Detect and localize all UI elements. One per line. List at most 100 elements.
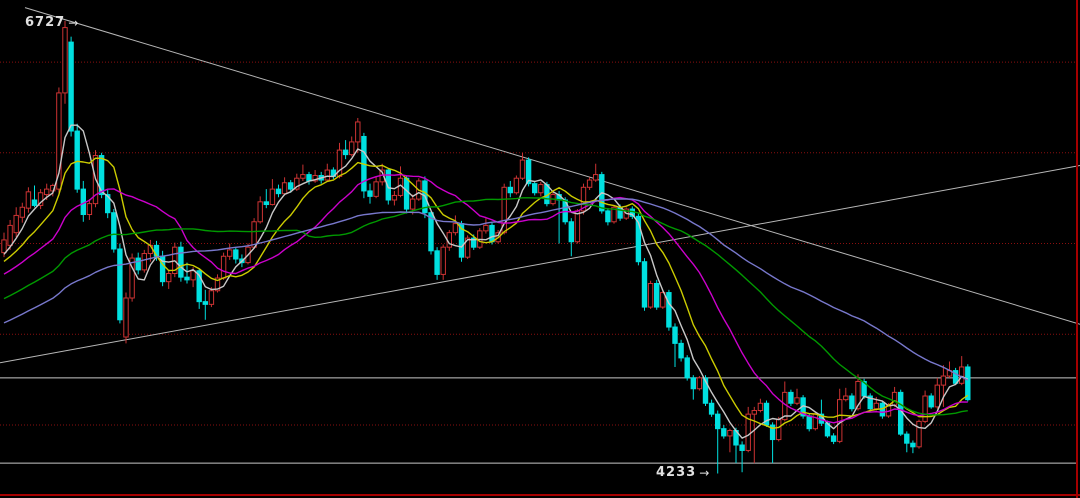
- chart-canvas[interactable]: [0, 0, 1080, 498]
- candle-body-up: [191, 271, 195, 280]
- candle-body-down: [789, 392, 793, 403]
- candle-6: [38, 189, 42, 209]
- candle-body-up: [960, 367, 964, 383]
- candle-76: [465, 235, 469, 259]
- candle-body-down: [685, 358, 689, 378]
- ma-line-20: [4, 175, 968, 423]
- candle-139: [850, 393, 854, 411]
- candle-body-down: [966, 367, 970, 400]
- candle-123: [752, 407, 756, 463]
- candlestick-chart[interactable]: 6727 → 4233 →: [0, 0, 1080, 498]
- candle-body-down: [655, 283, 659, 307]
- candle-153: [935, 378, 939, 409]
- candle-body-up: [20, 207, 24, 217]
- candle-118: [722, 425, 726, 439]
- low-arrow-icon: →: [699, 467, 710, 479]
- candle-79: [484, 218, 488, 233]
- candle-body-down: [880, 403, 884, 416]
- candle-body-down: [716, 414, 720, 429]
- candle-142: [868, 393, 872, 411]
- candle-64: [392, 191, 396, 206]
- candle-22: [136, 253, 140, 275]
- candle-body-up: [301, 175, 305, 179]
- candle-body-down: [911, 443, 915, 447]
- candle-71: [435, 247, 439, 280]
- candle-body-up: [844, 396, 848, 400]
- candle-37: [228, 244, 232, 260]
- candle-54: [331, 167, 335, 179]
- candle-60: [368, 184, 372, 204]
- candle-body-down: [234, 250, 238, 259]
- candle-113: [691, 375, 695, 400]
- candle-body-down: [435, 251, 439, 275]
- candle-124: [758, 399, 762, 413]
- candle-body-down: [179, 247, 183, 277]
- candle-body-up: [941, 376, 945, 385]
- candle-body-up: [392, 195, 396, 200]
- candle-body-up: [892, 392, 896, 405]
- candle-148: [905, 431, 909, 452]
- candle-18: [112, 209, 116, 253]
- candle-96: [587, 177, 591, 190]
- candle-56: [343, 140, 347, 159]
- candle-53: [325, 164, 329, 182]
- candle-4: [26, 187, 30, 212]
- candle-93: [569, 218, 573, 256]
- candle-body-down: [276, 189, 280, 194]
- moving-averages: [4, 125, 968, 438]
- candle-body-up: [325, 170, 329, 180]
- candle-114: [697, 376, 701, 391]
- high-arrow-icon: →: [68, 17, 79, 29]
- candle-36: [221, 253, 225, 280]
- candle-83: [508, 181, 512, 197]
- candle-5: [32, 185, 36, 207]
- candle-122: [746, 407, 750, 452]
- candle-body-up: [539, 185, 543, 193]
- candle-146: [892, 387, 896, 407]
- candle-28: [173, 243, 177, 277]
- candle-body-up: [2, 240, 6, 253]
- candle-99: [606, 208, 610, 225]
- candle-body-up: [14, 215, 18, 232]
- candle-body-up: [520, 160, 524, 178]
- candle-body-up: [758, 403, 762, 410]
- candle-150: [917, 420, 921, 449]
- candle-23: [142, 250, 146, 273]
- candle-20: [124, 293, 128, 344]
- high-price-value: 6727: [25, 16, 65, 29]
- candle-body-up: [935, 385, 939, 407]
- candle-30: [185, 263, 189, 284]
- high-price-label: 6727 →: [25, 16, 79, 29]
- candle-12: [75, 124, 79, 193]
- candle-body-up: [575, 211, 579, 242]
- candle-97: [594, 164, 598, 182]
- candle-100: [612, 205, 616, 223]
- candle-body-up: [221, 256, 225, 278]
- candle-body-down: [679, 343, 683, 358]
- candle-body-up: [777, 420, 781, 440]
- candle-84: [514, 175, 518, 194]
- candle-78: [478, 228, 482, 249]
- candle-body-down: [264, 202, 268, 205]
- candle-87: [533, 181, 537, 196]
- candle-13: [81, 181, 85, 222]
- candle-body-up: [87, 204, 91, 215]
- candle-105: [642, 258, 646, 311]
- low-price-label: 4233 →: [656, 466, 710, 479]
- candle-body-down: [667, 293, 671, 327]
- candle-112: [685, 355, 689, 380]
- candle-body-up: [514, 178, 518, 193]
- candle-body-up: [167, 274, 171, 282]
- candle-27: [167, 270, 171, 289]
- candle-61: [374, 176, 378, 198]
- candle-body-up: [453, 224, 457, 233]
- candle-body-up: [697, 378, 701, 389]
- candle-116: [709, 400, 713, 417]
- candle-body-down: [81, 189, 85, 214]
- candle-body-down: [722, 429, 726, 436]
- candle-138: [844, 388, 848, 402]
- candle-body-down: [673, 327, 677, 343]
- candle-152: [929, 393, 933, 408]
- candle-body-down: [691, 378, 695, 389]
- candle-body-down: [112, 213, 116, 249]
